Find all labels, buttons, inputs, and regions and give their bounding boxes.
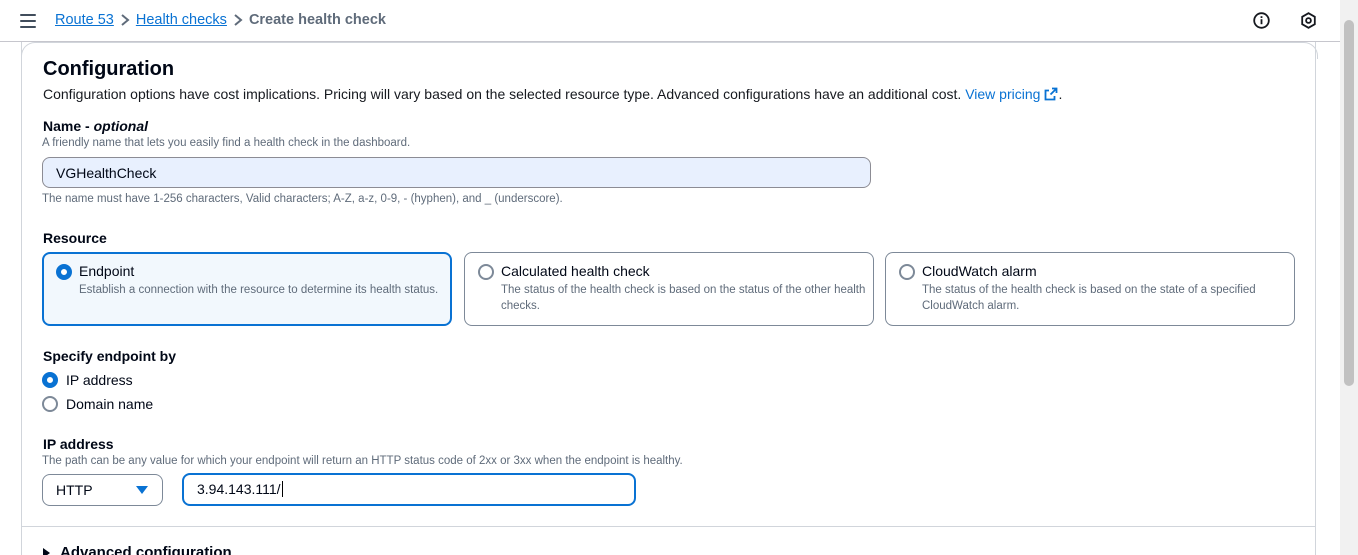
tile-title: CloudWatch alarm	[922, 263, 1037, 279]
optional-tag: optional	[93, 118, 149, 134]
option-domain-name[interactable]: Domain name	[42, 396, 153, 412]
description-suffix: .	[1058, 86, 1063, 102]
advanced-configuration-toggle[interactable]: Advanced configuration	[43, 544, 232, 555]
resource-tile-endpoint[interactable]: Endpoint Establish a connection with the…	[42, 252, 452, 326]
specify-endpoint-label: Specify endpoint by	[43, 348, 177, 364]
protocol-value: HTTP	[56, 482, 93, 498]
ip-address-label: IP address	[43, 436, 114, 452]
breadcrumb-route53[interactable]: Route 53	[55, 12, 114, 28]
settings-icon[interactable]	[1300, 12, 1317, 29]
scrollbar[interactable]	[1340, 0, 1358, 555]
chevron-right-icon	[227, 14, 249, 26]
resource-tile-calculated[interactable]: Calculated health check The status of th…	[464, 252, 874, 326]
chevron-right-icon	[114, 14, 136, 26]
resource-label: Resource	[43, 230, 107, 246]
external-link-icon	[1045, 87, 1058, 101]
tile-description: Establish a connection with the resource…	[79, 284, 439, 296]
radio-calculated[interactable]	[478, 264, 494, 280]
section-title: Configuration	[43, 58, 175, 80]
breadcrumb-health-checks[interactable]: Health checks	[136, 12, 227, 28]
menu-icon[interactable]	[20, 14, 36, 28]
caret-right-icon	[43, 547, 50, 555]
tile-description: The status of the health check is based …	[501, 284, 866, 312]
ip-address-value: 3.94.143.111/	[197, 481, 281, 497]
divider	[22, 526, 1315, 527]
text-cursor	[281, 481, 283, 497]
name-label: Name - optional	[43, 118, 149, 134]
ip-address-input[interactable]: 3.94.143.111/	[182, 473, 636, 506]
radio-endpoint[interactable]	[56, 264, 72, 280]
tile-title: Calculated health check	[501, 263, 650, 279]
configuration-panel: Configuration Configuration options have…	[21, 42, 1318, 555]
radio-domain-name[interactable]	[42, 396, 58, 412]
protocol-select[interactable]: HTTP	[42, 474, 163, 506]
name-input[interactable]	[42, 157, 871, 188]
scrollbar-thumb[interactable]	[1344, 20, 1354, 386]
ip-address-hint: The path can be any value for which your…	[42, 455, 683, 467]
top-bar: Route 53 Health checks Create health che…	[0, 0, 1340, 42]
breadcrumb: Route 53 Health checks Create health che…	[55, 12, 386, 28]
radio-cloudwatch[interactable]	[899, 264, 915, 280]
breadcrumb-current: Create health check	[248, 12, 386, 28]
tile-title: Endpoint	[79, 263, 135, 279]
description-text: Configuration options have cost implicat…	[43, 86, 962, 102]
section-description: Configuration options have cost implicat…	[43, 86, 1062, 102]
option-ip-address[interactable]: IP address	[42, 372, 133, 388]
name-constraint: The name must have 1-256 characters, Val…	[42, 193, 563, 205]
caret-down-icon	[136, 486, 148, 494]
resource-tile-cloudwatch[interactable]: CloudWatch alarm The status of the healt…	[885, 252, 1295, 326]
tile-description: The status of the health check is based …	[922, 284, 1256, 312]
info-icon[interactable]	[1253, 12, 1270, 29]
radio-ip-address[interactable]	[42, 372, 58, 388]
view-pricing-link[interactable]: View pricing	[965, 86, 1058, 102]
name-hint: A friendly name that lets you easily fin…	[42, 137, 411, 149]
